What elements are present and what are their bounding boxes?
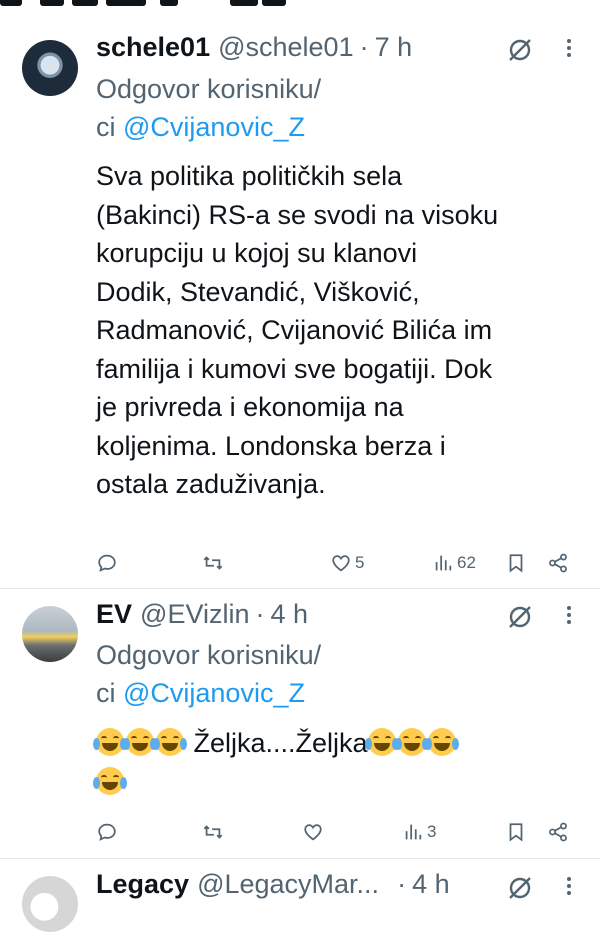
retweet-icon xyxy=(203,556,223,570)
grok-icon[interactable] xyxy=(506,36,534,64)
avatar[interactable] xyxy=(22,876,78,932)
reply-icon xyxy=(98,823,116,841)
face-with-tears-of-joy-icon xyxy=(93,766,127,795)
tweet-actions: 5 62 xyxy=(96,548,586,578)
face-with-tears-of-joy-icon xyxy=(123,728,157,756)
tweet-text: Sva politika političkih sela (Bakinci) R… xyxy=(96,161,499,499)
author-handle[interactable]: @LegacyMar... xyxy=(197,869,379,900)
separator-dot: · xyxy=(255,599,265,629)
separator-dot: · xyxy=(397,869,407,899)
heart-icon xyxy=(304,824,322,841)
replying-to-ci: ci xyxy=(96,678,123,708)
timestamp[interactable]: 7 h xyxy=(375,32,413,63)
reply-button[interactable] xyxy=(96,817,118,847)
like-button[interactable] xyxy=(302,817,324,847)
retweet-button[interactable] xyxy=(202,548,224,578)
tweet-actions: 3 xyxy=(96,817,586,847)
grok-icon[interactable] xyxy=(506,874,534,902)
author-name[interactable]: Legacy xyxy=(96,869,189,900)
share-button[interactable] xyxy=(547,548,569,578)
views-icon xyxy=(435,555,452,571)
mention-link[interactable]: @Cvijanovic_Z xyxy=(123,112,305,142)
replying-to: Odgovor korisniku/ ci @Cvijanovic_Z xyxy=(96,70,321,146)
more-options-icon[interactable] xyxy=(562,603,576,629)
reply-icon xyxy=(98,554,116,572)
divider xyxy=(0,588,600,589)
retweet-icon xyxy=(203,825,223,839)
face-with-tears-of-joy-icon xyxy=(153,728,187,756)
bookmark-button[interactable] xyxy=(505,548,527,578)
tweet-ev[interactable]: EV @EVizlin · 4 h Odgovor korisniku/ ci … xyxy=(0,590,600,860)
views-button[interactable]: 62 xyxy=(432,548,476,578)
like-count: 5 xyxy=(355,553,365,572)
grok-icon[interactable] xyxy=(506,603,534,631)
avatar[interactable] xyxy=(22,606,78,662)
face-with-tears-of-joy-icon xyxy=(93,728,127,756)
tweet-schele01[interactable]: schele01 @schele01 · 7 h Odgovor korisni… xyxy=(0,0,600,590)
mention-link[interactable]: @Cvijanovic_Z xyxy=(123,678,305,708)
face-with-tears-of-joy-icon xyxy=(424,728,459,756)
author-handle[interactable]: @schele01 xyxy=(218,32,354,63)
view-count: 3 xyxy=(427,822,437,841)
divider xyxy=(0,858,600,859)
replying-to-label: Odgovor korisniku/ xyxy=(96,74,322,104)
author-handle[interactable]: @EVizlin xyxy=(140,599,249,630)
separator-dot: · xyxy=(359,32,369,62)
bookmark-button[interactable] xyxy=(505,817,527,847)
like-button[interactable]: 5 xyxy=(330,548,364,578)
timestamp[interactable]: 4 h xyxy=(270,599,308,630)
views-button[interactable]: 3 xyxy=(402,817,436,847)
bookmark-icon xyxy=(509,554,523,573)
tweet-text-words: Željka....Željka xyxy=(186,728,368,758)
replying-to-label: Odgovor korisniku/ xyxy=(96,640,322,670)
share-button[interactable] xyxy=(547,817,569,847)
timestamp[interactable]: 4 h xyxy=(412,869,450,900)
replying-to-ci: ci xyxy=(96,112,123,142)
face-with-tears-of-joy-icon xyxy=(394,728,429,756)
more-options-icon[interactable] xyxy=(562,874,576,900)
retweet-button[interactable] xyxy=(202,817,224,847)
face-with-tears-of-joy-icon xyxy=(364,728,399,756)
tweet-legacy[interactable]: Legacy @LegacyMar... · 4 h xyxy=(0,860,600,932)
share-icon xyxy=(549,553,567,573)
replying-to: Odgovor korisniku/ ci @Cvijanovic_Z xyxy=(96,636,321,712)
bookmark-icon xyxy=(509,823,523,842)
more-options-icon[interactable] xyxy=(562,36,576,62)
heart-icon xyxy=(332,555,350,572)
view-count: 62 xyxy=(457,553,476,572)
author-name[interactable]: schele01 xyxy=(96,32,210,63)
author-name[interactable]: EV xyxy=(96,599,132,630)
avatar[interactable] xyxy=(22,40,78,96)
tweet-text: Željka....Željka xyxy=(93,724,586,801)
reply-button[interactable] xyxy=(96,548,118,578)
views-icon xyxy=(405,824,422,840)
share-icon xyxy=(549,822,567,842)
